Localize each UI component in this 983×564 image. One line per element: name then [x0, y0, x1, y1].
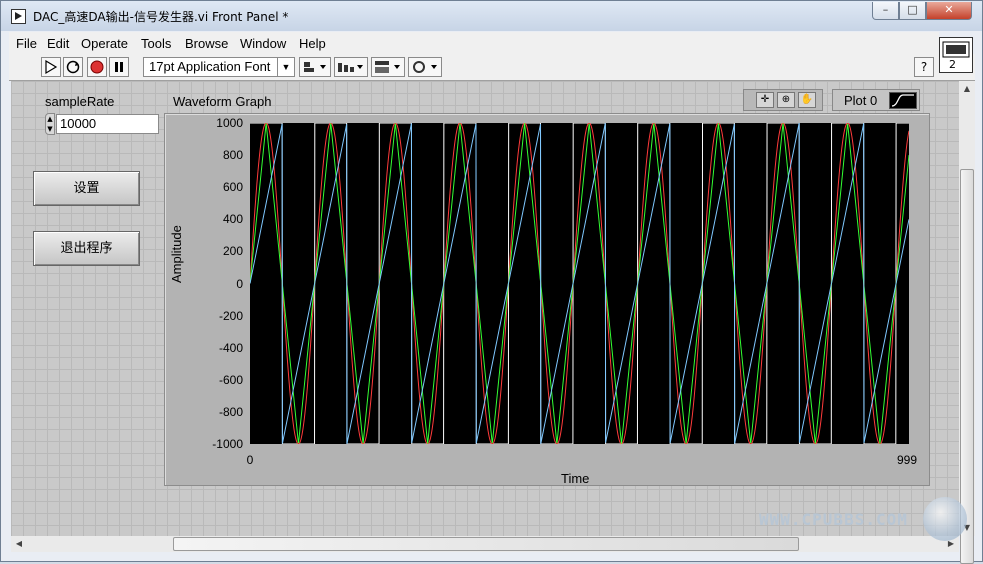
menu-help[interactable]: Help: [299, 36, 326, 51]
menu-bar: File Edit Operate Tools Browse Window He…: [9, 32, 939, 54]
run-continuously-icon[interactable]: [63, 57, 83, 77]
waveform-graph-label: Waveform Graph: [173, 94, 272, 109]
horizontal-scrollbar[interactable]: ◀ ▶: [11, 536, 959, 552]
y-tick-label: -400: [218, 340, 243, 355]
pan-hand-icon[interactable]: ✋: [798, 92, 816, 108]
legend-line-icon: [889, 92, 917, 109]
window-title: DAC_高速DA输出-信号发生器.vi Front Panel *: [33, 10, 289, 24]
sample-rate-control: ▲ ▼ 10000: [45, 113, 159, 135]
menu-browse[interactable]: Browse: [185, 36, 228, 51]
x-tick-min: 0: [246, 453, 254, 467]
minimize-button[interactable]: –: [872, 2, 899, 20]
y-tick-label: -600: [218, 372, 243, 387]
sample-rate-input[interactable]: 10000: [56, 114, 159, 134]
menu-edit[interactable]: Edit: [47, 36, 69, 51]
graph-palette: ✛ ⊕ ✋: [743, 89, 823, 111]
watermark-globe-icon: [923, 497, 967, 541]
vertical-scrollbar[interactable]: ▲ ▼: [959, 81, 975, 564]
labview-front-panel-window: DAC_高速DA输出-信号发生器.vi Front Panel * – □ ✕ …: [0, 0, 983, 564]
reorder-icon[interactable]: [408, 57, 442, 77]
vi-icon-connector[interactable]: 2: [939, 37, 973, 73]
y-axis-label: Amplitude: [169, 225, 184, 283]
resize-objects-icon[interactable]: [371, 57, 405, 77]
y-tick-label: 600: [222, 180, 243, 195]
title-bar: DAC_高速DA输出-信号发生器.vi Front Panel * – □ ✕: [1, 1, 982, 31]
plot-legend[interactable]: Plot 0: [832, 89, 920, 111]
y-tick-label: -800: [218, 404, 243, 419]
set-button[interactable]: 设置: [33, 171, 140, 206]
y-tick-label: 400: [222, 212, 243, 227]
y-tick-label: -1000: [212, 437, 243, 451]
y-tick-label: 1000: [216, 116, 243, 130]
scroll-left-icon[interactable]: ◀: [11, 536, 27, 552]
y-tick-label: 800: [222, 148, 243, 163]
vi-run-icon: [11, 9, 26, 24]
toolbar: 17pt Application Font ▼ ?: [9, 54, 975, 81]
sample-rate-label: sampleRate: [45, 94, 115, 109]
plot-area[interactable]: [250, 123, 909, 444]
zoom-icon[interactable]: ⊕: [777, 92, 795, 108]
abort-execution-icon[interactable]: [87, 57, 107, 77]
maximize-button[interactable]: □: [899, 2, 926, 20]
menu-window[interactable]: Window: [240, 36, 286, 51]
y-tick-label: -200: [218, 308, 243, 323]
context-help-button[interactable]: ?: [914, 57, 934, 77]
connector-number: 2: [949, 58, 956, 71]
chevron-down-icon: ▼: [277, 58, 294, 76]
exit-program-button[interactable]: 退出程序: [33, 231, 140, 266]
distribute-objects-icon[interactable]: [334, 57, 368, 77]
horizontal-scroll-thumb[interactable]: [173, 537, 799, 551]
font-name: 17pt Application Font: [149, 59, 271, 74]
x-tick-max: 999: [896, 453, 918, 467]
close-button[interactable]: ✕: [926, 2, 972, 20]
increment-decrement-arrows[interactable]: ▲ ▼: [45, 113, 55, 135]
y-tick-label: 0: [236, 276, 243, 291]
run-arrow-icon[interactable]: [41, 57, 61, 77]
menu-operate[interactable]: Operate: [81, 36, 128, 51]
menu-file[interactable]: File: [16, 36, 37, 51]
text-settings-dropdown[interactable]: 17pt Application Font ▼: [143, 57, 295, 77]
cursor-mover-icon[interactable]: ✛: [756, 92, 774, 108]
scroll-up-icon[interactable]: ▲: [959, 81, 975, 97]
watermark-text: WWW.CPUBBS.COM: [759, 510, 908, 529]
y-tick-label: 200: [222, 244, 243, 259]
menu-tools[interactable]: Tools: [141, 36, 171, 51]
pause-icon[interactable]: [109, 57, 129, 77]
x-axis-label: Time: [561, 471, 590, 486]
legend-plot-name: Plot 0: [844, 93, 878, 108]
align-objects-icon[interactable]: [299, 57, 331, 77]
